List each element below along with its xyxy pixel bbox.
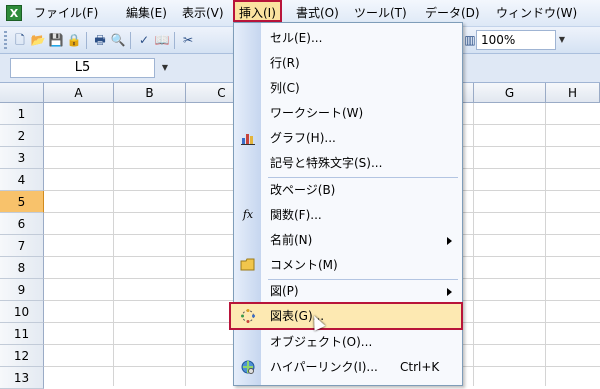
menu-item-label: 列(C) [270, 81, 300, 95]
diagram-icon [240, 308, 256, 324]
toolbar-grip[interactable] [4, 31, 7, 49]
research-icon[interactable]: 📖 [154, 32, 170, 48]
chart-icon [240, 130, 256, 146]
toolbar-separator [130, 32, 131, 49]
save-icon[interactable]: 💾 [48, 32, 64, 48]
insert-menu-dropdown: セル(E)... 行(R) 列(C) ワークシート(W) グラフ(H)... 記… [229, 22, 463, 386]
menu-item-label: 記号と特殊文字(S)... [270, 156, 383, 170]
menu-view[interactable]: 表示(V) [182, 5, 224, 21]
menu-insert[interactable]: 挿入(I) [233, 0, 282, 22]
row-header[interactable]: 12 [0, 345, 44, 367]
menu-item-label: 行(R) [270, 56, 300, 70]
grid-line [113, 103, 114, 386]
grid-line [185, 103, 186, 386]
comment-icon [240, 257, 256, 273]
menu-item-picture[interactable]: 図(P) [234, 279, 462, 304]
submenu-arrow-icon [447, 237, 452, 245]
menu-item-columns[interactable]: 列(C) [234, 76, 462, 101]
open-folder-icon[interactable]: 📂 [30, 32, 46, 48]
print-icon[interactable]: 🖶 [92, 32, 108, 48]
menu-item-page-break[interactable]: 改ページ(B) [234, 178, 462, 203]
menu-item-label: 名前(N) [270, 233, 313, 247]
row-header[interactable]: 6 [0, 213, 44, 235]
menu-item-name[interactable]: 名前(N) [234, 228, 462, 253]
row-header[interactable]: 1 [0, 103, 44, 125]
menu-window[interactable]: ウィンドウ(W) [496, 5, 577, 21]
menu-item-label: 改ページ(B) [270, 183, 336, 197]
menu-item-cells[interactable]: セル(E)... [234, 26, 462, 51]
name-box[interactable]: L5 [10, 58, 155, 78]
zoom-field[interactable]: 100% [476, 30, 556, 50]
chevron-down-icon[interactable]: ▼ [158, 58, 172, 78]
menu-item-comment[interactable]: コメント(M) [234, 253, 462, 278]
toolbar-separator [174, 32, 175, 49]
row-header[interactable]: 4 [0, 169, 44, 191]
function-icon: fx [242, 208, 254, 221]
menu-item-object[interactable]: オブジェクト(O)... [234, 330, 462, 355]
menu-item-shortcut: Ctrl+K [400, 360, 440, 374]
row-header[interactable]: 10 [0, 301, 44, 323]
select-all-corner[interactable] [0, 83, 44, 103]
submenu-arrow-icon [447, 288, 452, 296]
menu-item-label: 図(P) [270, 284, 299, 298]
menu-item-diagram[interactable]: 図表(G)... [229, 302, 463, 330]
menu-item-symbol[interactable]: 記号と特殊文字(S)... [234, 151, 462, 176]
row-header[interactable]: 9 [0, 279, 44, 301]
menu-item-worksheet[interactable]: ワークシート(W) [234, 101, 462, 126]
row-header[interactable]: 3 [0, 147, 44, 169]
new-file-icon[interactable]: 🗋 [12, 32, 28, 48]
row-header[interactable]: 8 [0, 257, 44, 279]
spelling-icon[interactable]: ✓ [136, 32, 152, 48]
menu-tools[interactable]: ツール(T) [354, 5, 407, 21]
cut-icon[interactable]: ✂ [180, 32, 196, 48]
menu-item-label: コメント(M) [270, 258, 338, 272]
menu-item-hyperlink[interactable]: ハイパーリンク(I)... Ctrl+K [234, 355, 462, 380]
excel-app-icon[interactable]: X [6, 5, 22, 21]
toolbar-separator [86, 32, 87, 49]
column-header[interactable]: B [114, 83, 186, 103]
column-header[interactable]: G [474, 83, 546, 103]
menu-item-label: 関数(F)... [270, 208, 322, 222]
menu-item-label: ワークシート(W) [270, 106, 364, 120]
permission-icon[interactable]: 🔒 [66, 32, 82, 48]
chevron-down-icon[interactable]: ▼ [556, 30, 568, 50]
menu-format[interactable]: 書式(O) [296, 5, 339, 21]
row-header[interactable]: 7 [0, 235, 44, 257]
menu-item-function[interactable]: fx 関数(F)... [234, 203, 462, 228]
menu-item-rows[interactable]: 行(R) [234, 51, 462, 76]
row-header[interactable]: 2 [0, 125, 44, 147]
menu-item-label: オブジェクト(O)... [270, 335, 373, 349]
column-header[interactable]: A [44, 83, 114, 103]
menu-file[interactable]: ファイル(F) [34, 5, 98, 21]
row-header[interactable]: 11 [0, 323, 44, 345]
menu-item-label: グラフ(H)... [270, 131, 336, 145]
menu-item-chart[interactable]: グラフ(H)... [234, 126, 462, 151]
print-preview-icon[interactable]: 🔍 [110, 32, 126, 48]
grid-line [473, 103, 474, 386]
menu-edit[interactable]: 編集(E) [126, 5, 167, 21]
hyperlink-icon [240, 359, 256, 375]
menu-item-label: セル(E)... [270, 31, 323, 45]
row-header-selected[interactable]: 5 [0, 191, 44, 213]
grid-line [545, 103, 546, 386]
column-header[interactable]: H [546, 83, 600, 103]
menu-item-label: ハイパーリンク(I)... [270, 360, 378, 374]
menu-data[interactable]: データ(D) [425, 5, 480, 21]
